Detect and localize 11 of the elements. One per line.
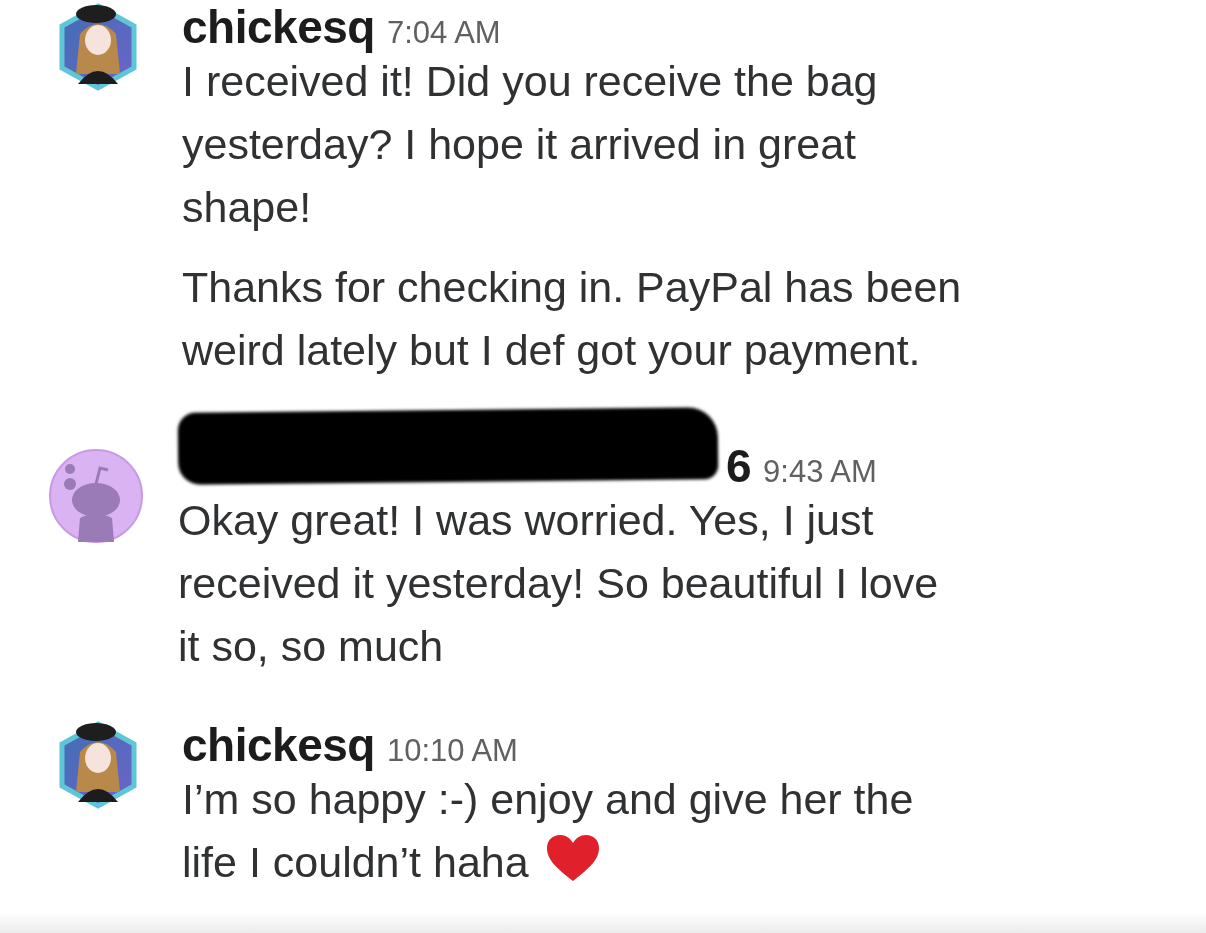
heart-icon	[544, 833, 601, 883]
author-name: 6	[726, 439, 752, 493]
author-name: chickesq	[182, 718, 375, 772]
message-text: Thanks for checking in. PayPal has been weird lately but I def got your payment.	[182, 262, 962, 376]
message-text: I’m so happy :-) enjoy and give her the life I couldn’t haha	[182, 774, 914, 888]
message-text: I received it! Did you receive the bag yesterday? I hope it arrived in great shape!	[182, 56, 879, 233]
timestamp: 10:10 AM	[386, 733, 518, 769]
timestamp: 7:04 AM	[386, 15, 501, 51]
message-text: Okay great! I was worried. Yes, I just received it yesterday! So beautiful I love it so, so much	[178, 495, 939, 672]
timestamp: 9:43 AM	[763, 454, 877, 490]
author-name: chickesq	[182, 0, 375, 54]
